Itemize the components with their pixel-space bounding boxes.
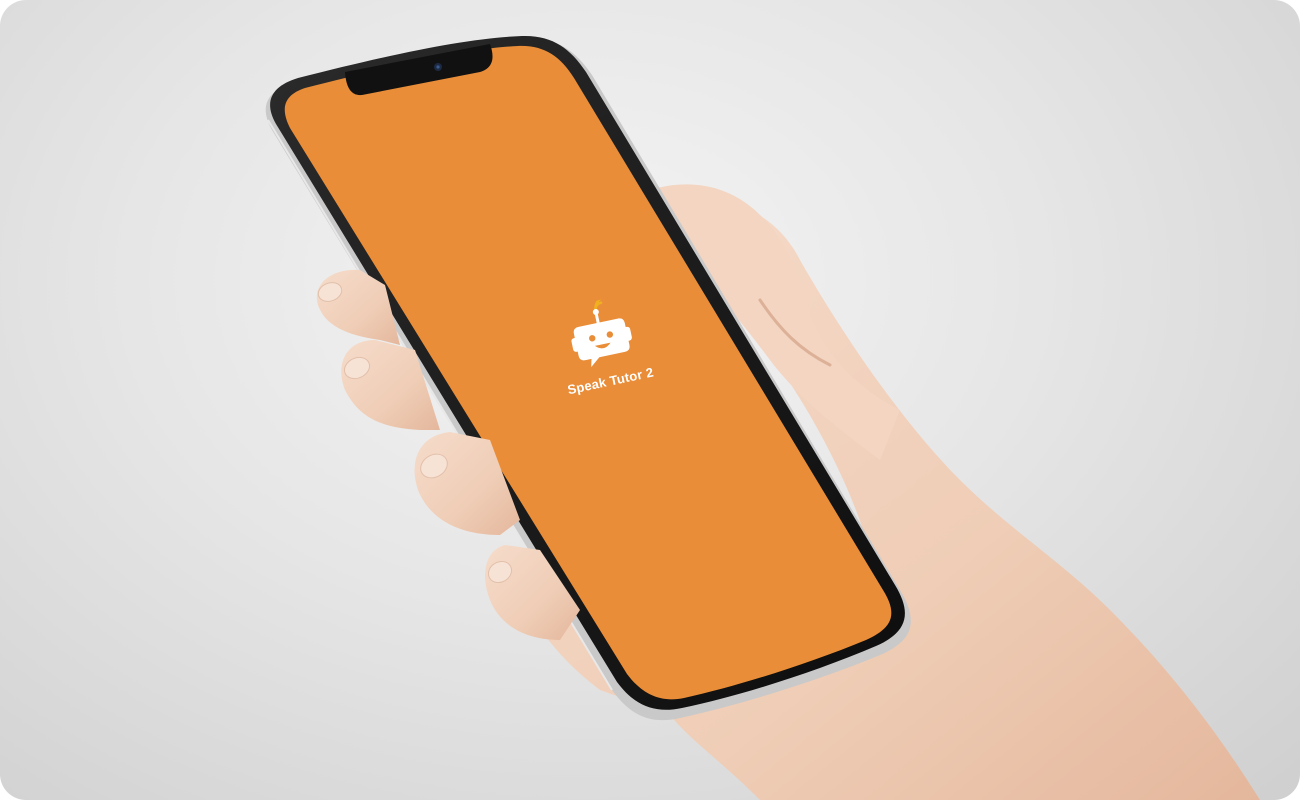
photo-frame: Speak Tutor 2 — [0, 0, 1300, 800]
robot-chat-icon — [571, 295, 632, 368]
